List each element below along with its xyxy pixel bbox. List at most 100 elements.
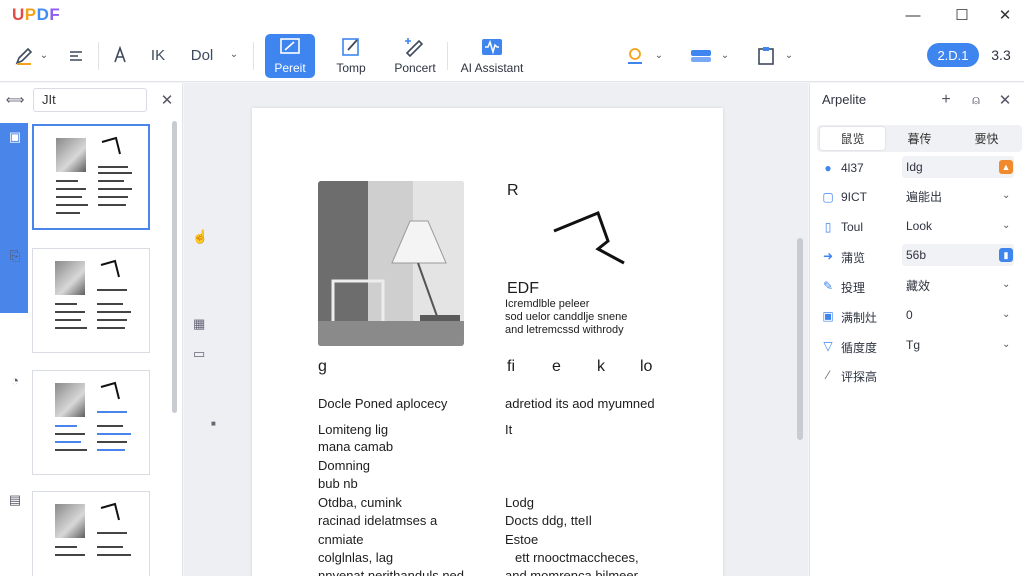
right-col-line-3: ett rnooctmaccheces, <box>515 550 639 565</box>
version-text: 3.3 <box>991 47 1011 63</box>
comment-icon[interactable]: ▭ <box>193 346 205 362</box>
stamp-tool-button[interactable] <box>622 44 648 68</box>
poncert-button[interactable]: Poncert <box>390 34 440 78</box>
clipboard-tool-button[interactable] <box>754 44 778 68</box>
right-col-it: It <box>505 422 513 437</box>
pdf-page: R EDF Icremdlble peleer sod uelor canddl… <box>252 108 723 576</box>
properties-panel: Arpelite + ⍝ ✕ 鼠览 暮传 要快 ● 4l37 Idg ▲ ▢ 9… <box>809 83 1024 576</box>
prop-value-2[interactable]: 遍能出 <box>902 185 942 207</box>
layer-dropdown-chevron-icon[interactable]: ⌄ <box>718 47 732 63</box>
pin-icon: ● <box>824 161 832 175</box>
clipboard-dropdown-chevron-icon[interactable]: ⌄ <box>782 47 796 63</box>
filter-icon: ▽ <box>823 339 833 353</box>
ai-assistant-button[interactable]: AI Assistant <box>456 34 528 78</box>
page-icon: ▯ <box>824 220 832 234</box>
prop-value-4[interactable]: 56b <box>902 244 1014 266</box>
toolbar: ⌄ IK Dol ⌄ Pereit Tomp Poncert AI Assist… <box>0 30 1024 82</box>
canvas-scrollbar[interactable] <box>797 238 803 440</box>
prop-value-7[interactable]: Tg <box>902 334 920 356</box>
page-thumbnail-2[interactable] <box>32 248 150 353</box>
layers-panel-icon[interactable]: ▤ <box>6 491 24 509</box>
thumbnails-icon[interactable]: ▣ <box>6 128 24 146</box>
gift-icon[interactable]: ▦ <box>193 316 205 332</box>
close-panel-icon[interactable]: ✕ <box>158 91 176 109</box>
orange-flag-icon[interactable]: ▲ <box>999 160 1013 174</box>
tab-1[interactable]: 鼠览 <box>820 127 885 150</box>
prop-label-8: 评探高 <box>841 370 878 384</box>
prop-3-chevron-icon[interactable]: ⌄ <box>1002 220 1010 231</box>
minimize-button[interactable]: — <box>902 4 924 26</box>
prop-value-6[interactable]: 0 <box>902 304 913 326</box>
version-badge[interactable]: 2.D.1 <box>927 43 979 67</box>
font-dropdown-chevron-icon[interactable]: ⌄ <box>226 46 242 62</box>
stamp-icon <box>628 48 642 64</box>
prop-value-5[interactable]: 藏效 <box>902 274 930 296</box>
app-window: UPDF — ☐ ✕ ⌄ IK Dol ⌄ Pereit Tomp Poncer… <box>0 0 1024 576</box>
tomp-button[interactable]: Tomp <box>327 34 375 78</box>
right-col-line-1: Docts ddg, tteIl <box>505 513 592 528</box>
tab-2[interactable]: 暮传 <box>887 127 952 150</box>
row-letter-k: k <box>597 358 605 375</box>
collapse-arrows-icon[interactable]: ⟺ <box>6 91 25 109</box>
convert-pen-icon <box>405 38 424 57</box>
maximize-button[interactable]: ☐ <box>951 4 973 26</box>
font-label-dol[interactable]: Dol <box>186 44 218 66</box>
page-thumbnail-1[interactable] <box>32 124 150 230</box>
panel-close-icon[interactable]: ✕ <box>996 91 1014 109</box>
row-letter-lo: lo <box>640 358 653 375</box>
text-style-icon[interactable] <box>110 44 130 66</box>
scribble-mark <box>553 211 625 265</box>
left-col-title: Docle Poned aplocecy <box>318 396 448 411</box>
pen-dropdown-chevron-icon[interactable]: ⌄ <box>38 48 50 62</box>
pereit-button[interactable]: Pereit <box>265 34 315 78</box>
page-heading: EDF <box>507 280 539 297</box>
attachment-icon[interactable]: ◔ <box>6 371 24 389</box>
lamp-photo <box>318 181 464 346</box>
prop-label-5: 投理 <box>841 281 866 295</box>
close-button[interactable]: ✕ <box>994 4 1016 26</box>
layers-icon <box>691 50 711 62</box>
pen-icon <box>15 47 33 65</box>
prop-6-chevron-icon[interactable]: ⌄ <box>1002 309 1010 320</box>
thumbnail-scrollbar[interactable] <box>172 121 177 413</box>
clipboard-icon <box>758 47 774 65</box>
prop-5-chevron-icon[interactable]: ⌄ <box>1002 279 1010 290</box>
thumbnail-panel: ⟺ JIt ✕ ▣ ⎘ ◔ ▤ <box>0 83 183 576</box>
prop-value-3[interactable]: Look <box>902 215 932 237</box>
pen-tool-button[interactable] <box>12 44 36 68</box>
left-col-line-8: colglnlas, lag <box>318 550 394 565</box>
tab-3[interactable]: 要快 <box>954 127 1019 150</box>
stamp-dropdown-chevron-icon[interactable]: ⌄ <box>652 47 666 63</box>
page-search-input[interactable]: JIt <box>33 88 147 112</box>
lock-badge-icon[interactable]: ▮ <box>999 248 1013 262</box>
right-col-line-4: and momrenca bilmeer <box>505 568 638 576</box>
row-letter-g: g <box>318 358 327 375</box>
left-col-line-9: nnyenat nerithanduls ned <box>318 568 465 576</box>
prop-2-chevron-icon[interactable]: ⌄ <box>1002 190 1010 201</box>
doc-icon: ▢ <box>822 190 834 204</box>
pencil-icon: ⁄ <box>826 368 829 382</box>
prop-label-4: 蒲览 <box>841 251 866 265</box>
add-icon[interactable]: + <box>937 91 955 109</box>
left-col-line-3: Domning <box>318 458 371 473</box>
row-letter-e: e <box>552 358 561 375</box>
prop-value-1[interactable]: Idg <box>902 156 1014 178</box>
intro-line-1: Icremdlble peleer <box>505 298 590 310</box>
bookmark-icon[interactable]: ⎘ <box>6 247 24 265</box>
hand-tool-icon[interactable]: ☝ <box>192 229 208 245</box>
prop-7-chevron-icon[interactable]: ⌄ <box>1002 339 1010 350</box>
right-col-line-2: Estoe <box>505 532 539 547</box>
right-col-heading: Lodg <box>505 495 534 510</box>
intro-line-2: sod uelor canddlje snene <box>505 311 628 323</box>
layer-tool-button[interactable] <box>688 44 714 68</box>
bell-icon[interactable]: ⍝ <box>967 91 985 109</box>
title-bar: UPDF — ☐ ✕ <box>0 0 1024 30</box>
page-thumbnail-4[interactable] <box>32 491 150 576</box>
page-thumbnail-3[interactable] <box>32 370 150 475</box>
font-label-ik[interactable]: IK <box>146 44 170 66</box>
left-col-line-2: mana camab <box>318 439 394 454</box>
panel-tabs: 鼠览 暮传 要快 <box>817 125 1022 152</box>
left-col-line-6: racinad idelatmses a <box>318 513 438 528</box>
left-col-line-7: cnmiate <box>318 532 364 547</box>
align-icon[interactable] <box>66 45 86 65</box>
